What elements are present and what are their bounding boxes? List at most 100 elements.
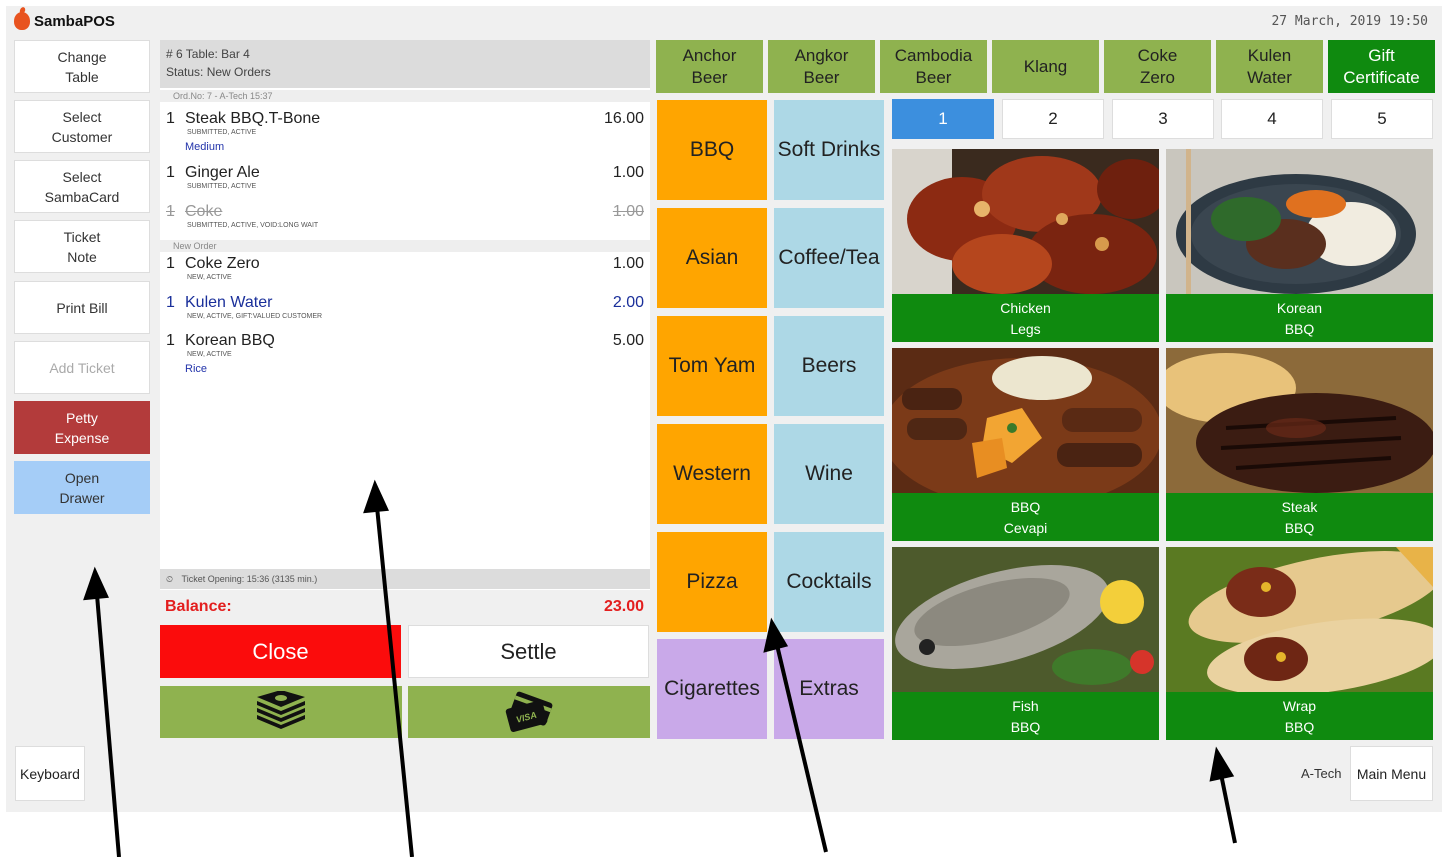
order-qty: 1 [166,110,175,127]
order-qty: 1 [166,255,175,272]
category-wine[interactable]: Wine [774,424,884,524]
menu-item-fish-bbq[interactable]: Fish BBQ [892,547,1159,740]
card-payment-button[interactable]: VISA [408,686,650,738]
clock-icon: ⏲ [166,574,174,584]
print-bill-button[interactable]: Print Bill [14,281,150,334]
category-cocktails[interactable]: Cocktails [774,532,884,632]
order-price: 1.00 [612,255,644,272]
balance-row: Balance: 23.00 [160,592,650,622]
sambapos-logo-icon [14,12,30,30]
change-table-button[interactable]: Change Table [14,40,150,93]
quick-product-klang[interactable]: Klang [992,40,1099,93]
order-states: SUBMITTED, ACTIVE, VOID:LONG WAIT [187,222,319,229]
wrap-bbq-image [1166,547,1433,692]
page-button-3[interactable]: 3 [1112,99,1214,139]
menu-item-steak-bbq[interactable]: Steak BBQ [1166,348,1433,541]
order-name: Steak BBQ.T-Bone [185,110,321,127]
category-western[interactable]: Western [657,424,767,524]
order-price: 1.00 [612,203,644,220]
order-states: NEW, ACTIVE [187,274,232,281]
select-sambacard-button[interactable]: Select SambaCard [14,160,150,213]
order-line-gift[interactable]: 1 Kulen Water 2.00 NEW, ACTIVE, GIFT:VAL… [160,294,650,326]
order-states: NEW, ACTIVE [187,351,232,358]
menu-item-chicken-legs[interactable]: Chicken Legs [892,149,1159,342]
quick-product-cambodia-beer[interactable]: Cambodia Beer [880,40,987,93]
clock: 27 March, 2019 19:50 [1271,14,1428,29]
order-price: 2.00 [612,294,644,311]
order-group-label: New Order [160,240,650,252]
category-extras[interactable]: Extras [774,639,884,739]
menu-item-bbq-cevapi[interactable]: BBQ Cevapi [892,348,1159,541]
cash-payment-button[interactable] [160,686,402,738]
category-soft-drinks[interactable]: Soft Drinks [774,100,884,200]
menu-item-korean-bbq[interactable]: Korean BBQ [1166,149,1433,342]
steak-bbq-image [1166,348,1433,493]
order-qty: 1 [166,332,175,349]
page-button-5[interactable]: 5 [1331,99,1433,139]
close-button[interactable]: Close [160,625,401,678]
chicken-legs-image [892,149,1159,294]
ticket-status: Status: New Orders [166,65,271,79]
category-coffee-tea[interactable]: Coffee/Tea [774,208,884,308]
ticket-panel: # 6 Table: Bar 4 Status: New Orders Ord.… [160,40,650,590]
main-menu-button[interactable]: Main Menu [1350,746,1433,801]
settle-button[interactable]: Settle [408,625,649,678]
order-line[interactable]: 1 Steak BBQ.T-Bone 16.00 SUBMITTED, ACTI… [160,110,650,156]
order-qty: 1 [166,203,175,220]
quick-product-angkor-beer[interactable]: Angkor Beer [768,40,875,93]
menu-item-wrap-bbq[interactable]: Wrap BBQ [1166,547,1433,740]
order-qty: 1 [166,164,175,181]
order-line[interactable]: 1 Ginger Ale 1.00 SUBMITTED, ACTIVE [160,164,650,198]
order-states: NEW, ACTIVE, GIFT:VALUED CUSTOMER [187,313,323,320]
balance-value: 23.00 [603,598,644,615]
keyboard-button[interactable]: Keyboard [15,746,85,801]
page-button-4[interactable]: 4 [1221,99,1323,139]
category-bbq[interactable]: BBQ [657,100,767,200]
bbq-cevapi-image [892,348,1159,493]
order-name: Coke Zero [185,255,260,272]
credit-card-icon: VISA [505,691,553,733]
order-line[interactable]: 1 Coke Zero 1.00 NEW, ACTIVE [160,255,650,287]
page-button-1[interactable]: 1 [892,99,994,139]
title-bar: SambaPOS 27 March, 2019 19:50 [6,6,1442,38]
order-line[interactable]: 1 Korean BBQ 5.00 NEW, ACTIVE Rice [160,332,650,378]
menu-item-label: BBQ Cevapi [1003,498,1048,536]
quick-product-gift-certificate[interactable]: Gift Certificate [1328,40,1435,93]
quick-product-anchor-beer[interactable]: Anchor Beer [656,40,763,93]
balance-label: Balance: [165,598,232,615]
ticket-opening-time: Ticket Opening: 15:36 (3135 min.) [181,574,318,584]
category-cigarettes[interactable]: Cigarettes [657,639,767,739]
order-price: 16.00 [603,110,644,127]
order-tag: Rice [185,363,208,375]
order-states: SUBMITTED, ACTIVE [187,129,257,136]
app-name: SambaPOS [34,12,115,30]
category-pizza[interactable]: Pizza [657,532,767,632]
order-states: SUBMITTED, ACTIVE [187,183,257,190]
menu-item-label: Chicken Legs [1000,299,1051,337]
order-qty: 1 [166,294,175,311]
current-user: A-Tech [1301,766,1342,781]
category-tom-yam[interactable]: Tom Yam [657,316,767,416]
menu-item-label: Fish BBQ [1010,697,1041,735]
cash-icon [257,691,305,729]
petty-expense-button[interactable]: Petty Expense [14,401,150,454]
order-line-void[interactable]: 1 Coke 1.00 SUBMITTED, ACTIVE, VOID:LONG… [160,203,650,233]
menu-item-label: Steak BBQ [1281,498,1318,536]
category-beers[interactable]: Beers [774,316,884,416]
ticket-footer: ⏲ Ticket Opening: 15:36 (3135 min.) [160,569,650,589]
pos-window: SambaPOS 27 March, 2019 19:50 Change Tab… [6,6,1442,812]
ticket-table: # 6 Table: Bar 4 [166,47,250,61]
select-customer-button[interactable]: Select Customer [14,100,150,153]
korean-bbq-image [1166,149,1433,294]
order-name: Coke [185,203,223,220]
category-asian[interactable]: Asian [657,208,767,308]
quick-product-coke-zero[interactable]: Coke Zero [1104,40,1211,93]
open-drawer-button[interactable]: Open Drawer [14,461,150,514]
ticket-note-button[interactable]: Ticket Note [14,220,150,273]
page-button-2[interactable]: 2 [1002,99,1104,139]
fish-bbq-image [892,547,1159,692]
order-tag: Medium [185,141,225,153]
add-ticket-button[interactable]: Add Ticket [14,341,150,394]
order-name: Korean BBQ [185,332,275,349]
quick-product-kulen-water[interactable]: Kulen Water [1216,40,1323,93]
